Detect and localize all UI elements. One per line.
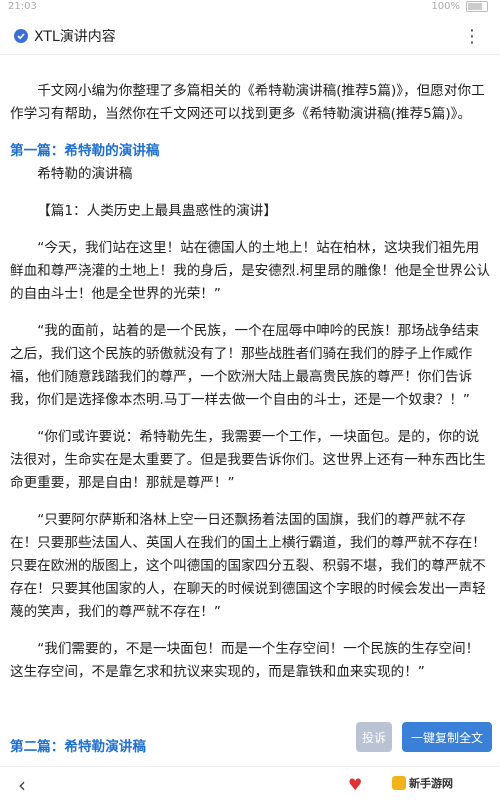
verified-check-icon — [14, 29, 28, 43]
bottom-nav-bar: ‹ ♥ 新手游网 — [0, 766, 500, 801]
site-logo[interactable]: 新手游网 — [392, 775, 453, 791]
copy-all-button[interactable]: 一键复制全文 — [402, 722, 492, 752]
status-time: 21:03 — [8, 1, 37, 12]
speech-paragraph: “你们或许要说：希特勒先生，我需要一个工作，一块面包。是的，你的说法很对，生命实… — [10, 429, 486, 491]
section-heading-1: 第一篇：希特勒的演讲稿 — [10, 143, 160, 159]
report-button[interactable]: 投诉 — [356, 722, 392, 752]
page-title: XTL演讲内容 — [34, 29, 116, 45]
battery-icon — [466, 1, 488, 12]
app-header: XTL演讲内容 ⋮ — [0, 18, 500, 55]
back-arrow-icon[interactable]: ‹ — [18, 773, 26, 797]
logo-icon — [392, 776, 406, 790]
speech-paragraph: “我的面前，站着的是一个民族，一个在屈辱中呻吟的民族！那场战争结束之后，我们这个… — [10, 323, 480, 408]
section-heading-2: 第二篇：希特勒演讲稿 — [10, 739, 146, 755]
intro-paragraph: 千文网小编为你整理了多篇相关的《希特勒演讲稿(推荐5篇)》，但愿对你工作学习有帮… — [10, 83, 485, 122]
battery-text: 100% — [431, 1, 460, 12]
section-subtitle: 希特勒的演讲稿 — [37, 166, 133, 182]
speech-paragraph: “只要阿尔萨斯和洛林上空一日还飘扬着法国的国旗，我们的尊严就不存在！只要那些法国… — [10, 512, 486, 620]
status-bar: 21:03 100% — [0, 0, 500, 18]
status-indicators: 100% — [431, 1, 488, 12]
article-body: 千文网小编为你整理了多篇相关的《希特勒演讲稿(推荐5篇)》，但愿对你工作学习有帮… — [10, 80, 492, 698]
logo-text: 新手游网 — [409, 777, 453, 790]
speech-paragraph: “我们需要的，不是一块面包！而是一个生存空间！一个民族的生存空间！这生存空间，不… — [10, 641, 480, 680]
speech-paragraph: “今天，我们站在这里！站在德国人的土地上！站在柏林，这块我们祖先用鲜血和尊严浇灌… — [10, 240, 491, 302]
speech-title: 【篇1：人类历史上最具蛊惑性的演讲】 — [37, 203, 277, 219]
more-menu-icon[interactable]: ⋮ — [463, 26, 482, 47]
heart-icon[interactable]: ♥ — [348, 775, 362, 794]
